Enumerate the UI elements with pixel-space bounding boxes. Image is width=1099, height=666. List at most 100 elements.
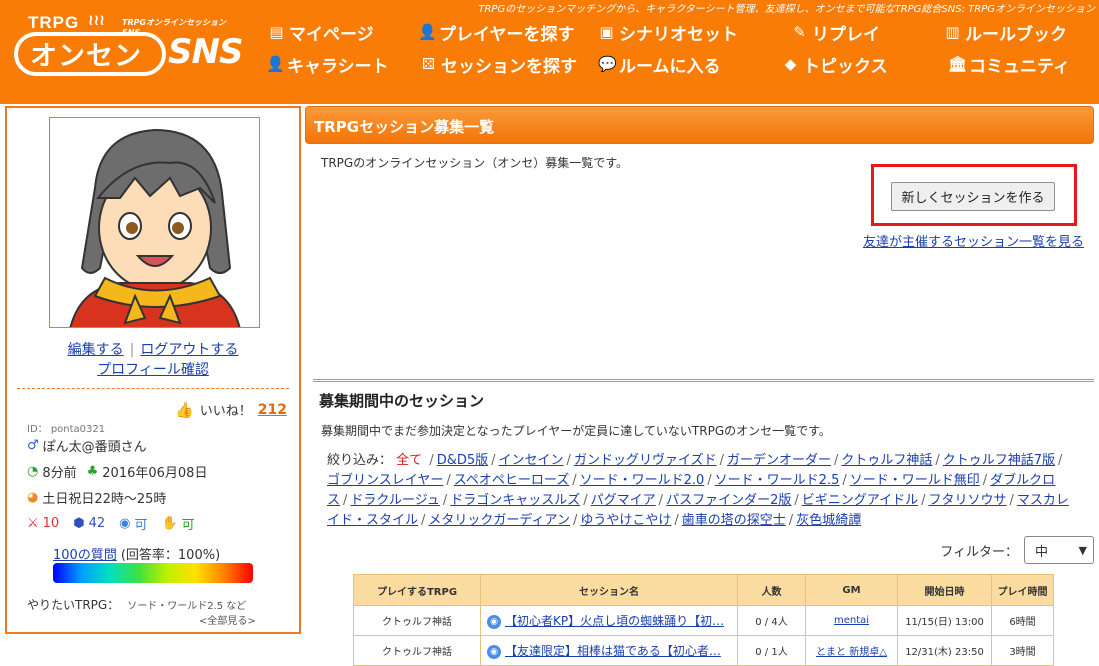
filter-link[interactable]: ガンドッグリヴァイズド <box>574 453 717 468</box>
filter-link[interactable]: ゆうやけこやけ <box>580 513 671 528</box>
filter-link[interactable]: 灰色城綺譚 <box>796 513 861 528</box>
nav-charasheet[interactable]: 👤 キャラシート <box>266 52 389 78</box>
male-icon: ♂ <box>27 438 39 453</box>
new-session-button[interactable]: 新しくセッションを作る <box>891 182 1055 211</box>
filter-link[interactable]: ビギニングアイドル <box>802 493 918 508</box>
nav-replay[interactable]: ✎ リプレイ <box>791 20 880 46</box>
profile-confirm-link[interactable]: プロフィール確認 <box>97 362 209 378</box>
filter-select[interactable]: 中 ▼ <box>1024 536 1094 564</box>
filter-link[interactable]: ゴブリンスレイヤー <box>327 473 443 488</box>
mypage-icon: ▤ <box>269 23 284 41</box>
filter-link[interactable]: ドラクルージュ <box>350 493 439 508</box>
cell-players: 0 / 4人 <box>737 605 806 636</box>
friend-sessions-link[interactable]: 友達が主催するセッション一覧を見る <box>863 231 1084 250</box>
filter-link[interactable]: ガーデンオーダー <box>727 453 831 468</box>
user-id: ID： ponta0321 <box>27 424 106 435</box>
filter-label: 絞り込み： <box>327 453 393 468</box>
user-name: ぽん太@番頭さん <box>42 440 147 455</box>
filter-separator: / <box>674 513 679 528</box>
questions-link[interactable]: 100の質問 <box>53 544 117 563</box>
filter-link[interactable]: パスファインダー2版 <box>666 493 791 508</box>
show-all-link[interactable]: <全部見る> <box>199 612 256 627</box>
filter-select-label: フィルター： <box>940 544 1018 560</box>
logo-trpg-text: TRPG <box>28 13 80 32</box>
nav-player-search[interactable]: 👤 プレイヤーを探す <box>418 20 575 46</box>
table-row[interactable]: クトゥルフ神話 ◉ 【初心者KP】火点し頃の蜘蛛踊り【初… 0 / 4人 ment… <box>353 605 1054 636</box>
filter-link[interactable]: パグマイア <box>591 493 656 508</box>
filter-link[interactable]: クトゥルフ神話7版 <box>943 453 1055 468</box>
registered-date: 2016年06月08日 <box>102 466 208 481</box>
community-icon: 🏛 <box>948 55 968 73</box>
profile-links: 編集する | ログアウトする <box>7 339 299 359</box>
filter-separator: / <box>794 493 799 508</box>
filter-link[interactable]: メタリックガーディアン <box>428 513 570 528</box>
filter-link[interactable]: ドラゴンキャッスルズ <box>450 493 580 508</box>
cell-start: 11/15(日) 13:00 <box>897 605 992 636</box>
nav-topics[interactable]: ◆ トピックス <box>782 52 888 78</box>
session-link[interactable]: 【初心者KP】火点し頃の蜘蛛踊り【初… <box>505 614 724 628</box>
stat-hand: 可 <box>181 518 195 533</box>
filter-link[interactable]: 歯車の塔の探空士 <box>682 513 786 528</box>
answer-rate-bar <box>53 563 253 583</box>
session-type-icon: ◉ <box>487 615 501 629</box>
gm-link[interactable]: mentai <box>834 615 869 626</box>
filter-link[interactable]: インセイン <box>499 453 564 468</box>
want-value: ソード・ワールド2.5 など <box>127 601 247 612</box>
play-time: 土日祝日22時〜25時 <box>42 492 167 507</box>
col-header-system: プレイするTRPG <box>353 574 481 606</box>
filter-separator: / <box>921 493 926 508</box>
nav-mypage[interactable]: ▤ マイページ <box>268 20 374 46</box>
col-header-session: セッション名 <box>480 574 738 606</box>
cell-gm: とまと 新規卓△ <box>805 635 898 666</box>
filter-link[interactable]: スペオペヒーローズ <box>454 473 569 488</box>
cell-duration: 6時間 <box>991 605 1054 636</box>
scenario-icon: ▣ <box>599 23 614 41</box>
gm-link[interactable]: とまと 新規卓△ <box>816 647 887 658</box>
filter-link[interactable]: クトゥルフ神話 <box>841 453 932 468</box>
filter-separator: / <box>1009 493 1014 508</box>
questions-row: 100の質問 (回答率：100%) <box>53 544 220 563</box>
stat-voice: 可 <box>134 518 148 533</box>
rulebook-icon: ▥ <box>945 23 960 41</box>
filter-link[interactable]: D&D5版 <box>437 453 488 468</box>
filter-separator: / <box>1058 453 1063 468</box>
session-type-icon: ◉ <box>487 645 501 659</box>
nav-label: ルールブック <box>965 25 1067 45</box>
nav-community[interactable]: 🏛 コミュニティ <box>948 52 1070 78</box>
hand-icon: ✋ <box>161 516 178 531</box>
filter-link[interactable]: フタリソウサ <box>928 493 1006 508</box>
filter-separator: / <box>707 473 712 488</box>
logout-link[interactable]: ログアウトする <box>140 342 238 358</box>
nav-scenario[interactable]: ▣ シナリオセット <box>598 20 738 46</box>
site-header: TRPGのセッションマッチングから、キャラクターシート管理、友達探し、オンセまで… <box>0 0 1099 104</box>
nav-room[interactable]: 💬 ルームに入る <box>598 52 721 78</box>
cell-session-name: ◉ 【初心者KP】火点し頃の蜘蛛踊り【初… <box>480 605 738 636</box>
stat-attack: 10 <box>42 516 60 531</box>
profile-confirm-row: プロフィール確認 <box>7 359 299 379</box>
nav-label: マイページ <box>289 25 374 45</box>
filter-link[interactable]: ソード・ワールド2.5 <box>715 473 840 488</box>
filter-link[interactable]: ソード・ワールド2.0 <box>580 473 705 488</box>
filter-all[interactable]: 全て <box>396 453 422 468</box>
edit-profile-link[interactable]: 編集する <box>68 342 124 358</box>
avatar[interactable] <box>49 117 260 328</box>
likes-count[interactable]: 212 <box>258 402 287 418</box>
want-label: やりたいTRPG： <box>27 598 120 612</box>
system-filter-list: 絞り込み： 全て / D&D5版 / インセイン / ガンドッグリヴァイズド / ガーデンオー… <box>327 451 1072 531</box>
filter-row: フィルター： 中 ▼ <box>940 536 1094 564</box>
table-row[interactable]: クトゥルフ神話 ◉ 【友達限定】相棒は猫である【初心者… 0 / 1人 とまと 新… <box>353 635 1054 666</box>
logo-sns-text: SNS <box>168 32 243 72</box>
site-logo[interactable]: TRPG ≀≀≀ TRPGオンラインセッションSNS オンセン SNS <box>8 10 243 82</box>
cell-start: 12/31(木) 23:50 <box>897 635 992 666</box>
main-title-bar: TRPGセッション募集一覧 <box>305 106 1094 144</box>
nav-session-search[interactable]: ⚄ セッションを探す <box>420 52 577 78</box>
user-name-row: ♂ ぽん太@番頭さん <box>27 436 147 455</box>
nav-rulebook[interactable]: ▥ ルールブック <box>944 20 1067 46</box>
filter-separator: / <box>658 493 664 508</box>
session-link[interactable]: 【友達限定】相棒は猫である【初心者… <box>505 644 721 658</box>
room-icon: 💬 <box>598 55 617 73</box>
steam-icon: ≀≀≀ <box>88 11 105 29</box>
last-login: 8分前 <box>42 466 77 481</box>
col-header-gm: GM <box>805 574 898 606</box>
filter-link[interactable]: ソード・ワールド無印 <box>850 473 980 488</box>
